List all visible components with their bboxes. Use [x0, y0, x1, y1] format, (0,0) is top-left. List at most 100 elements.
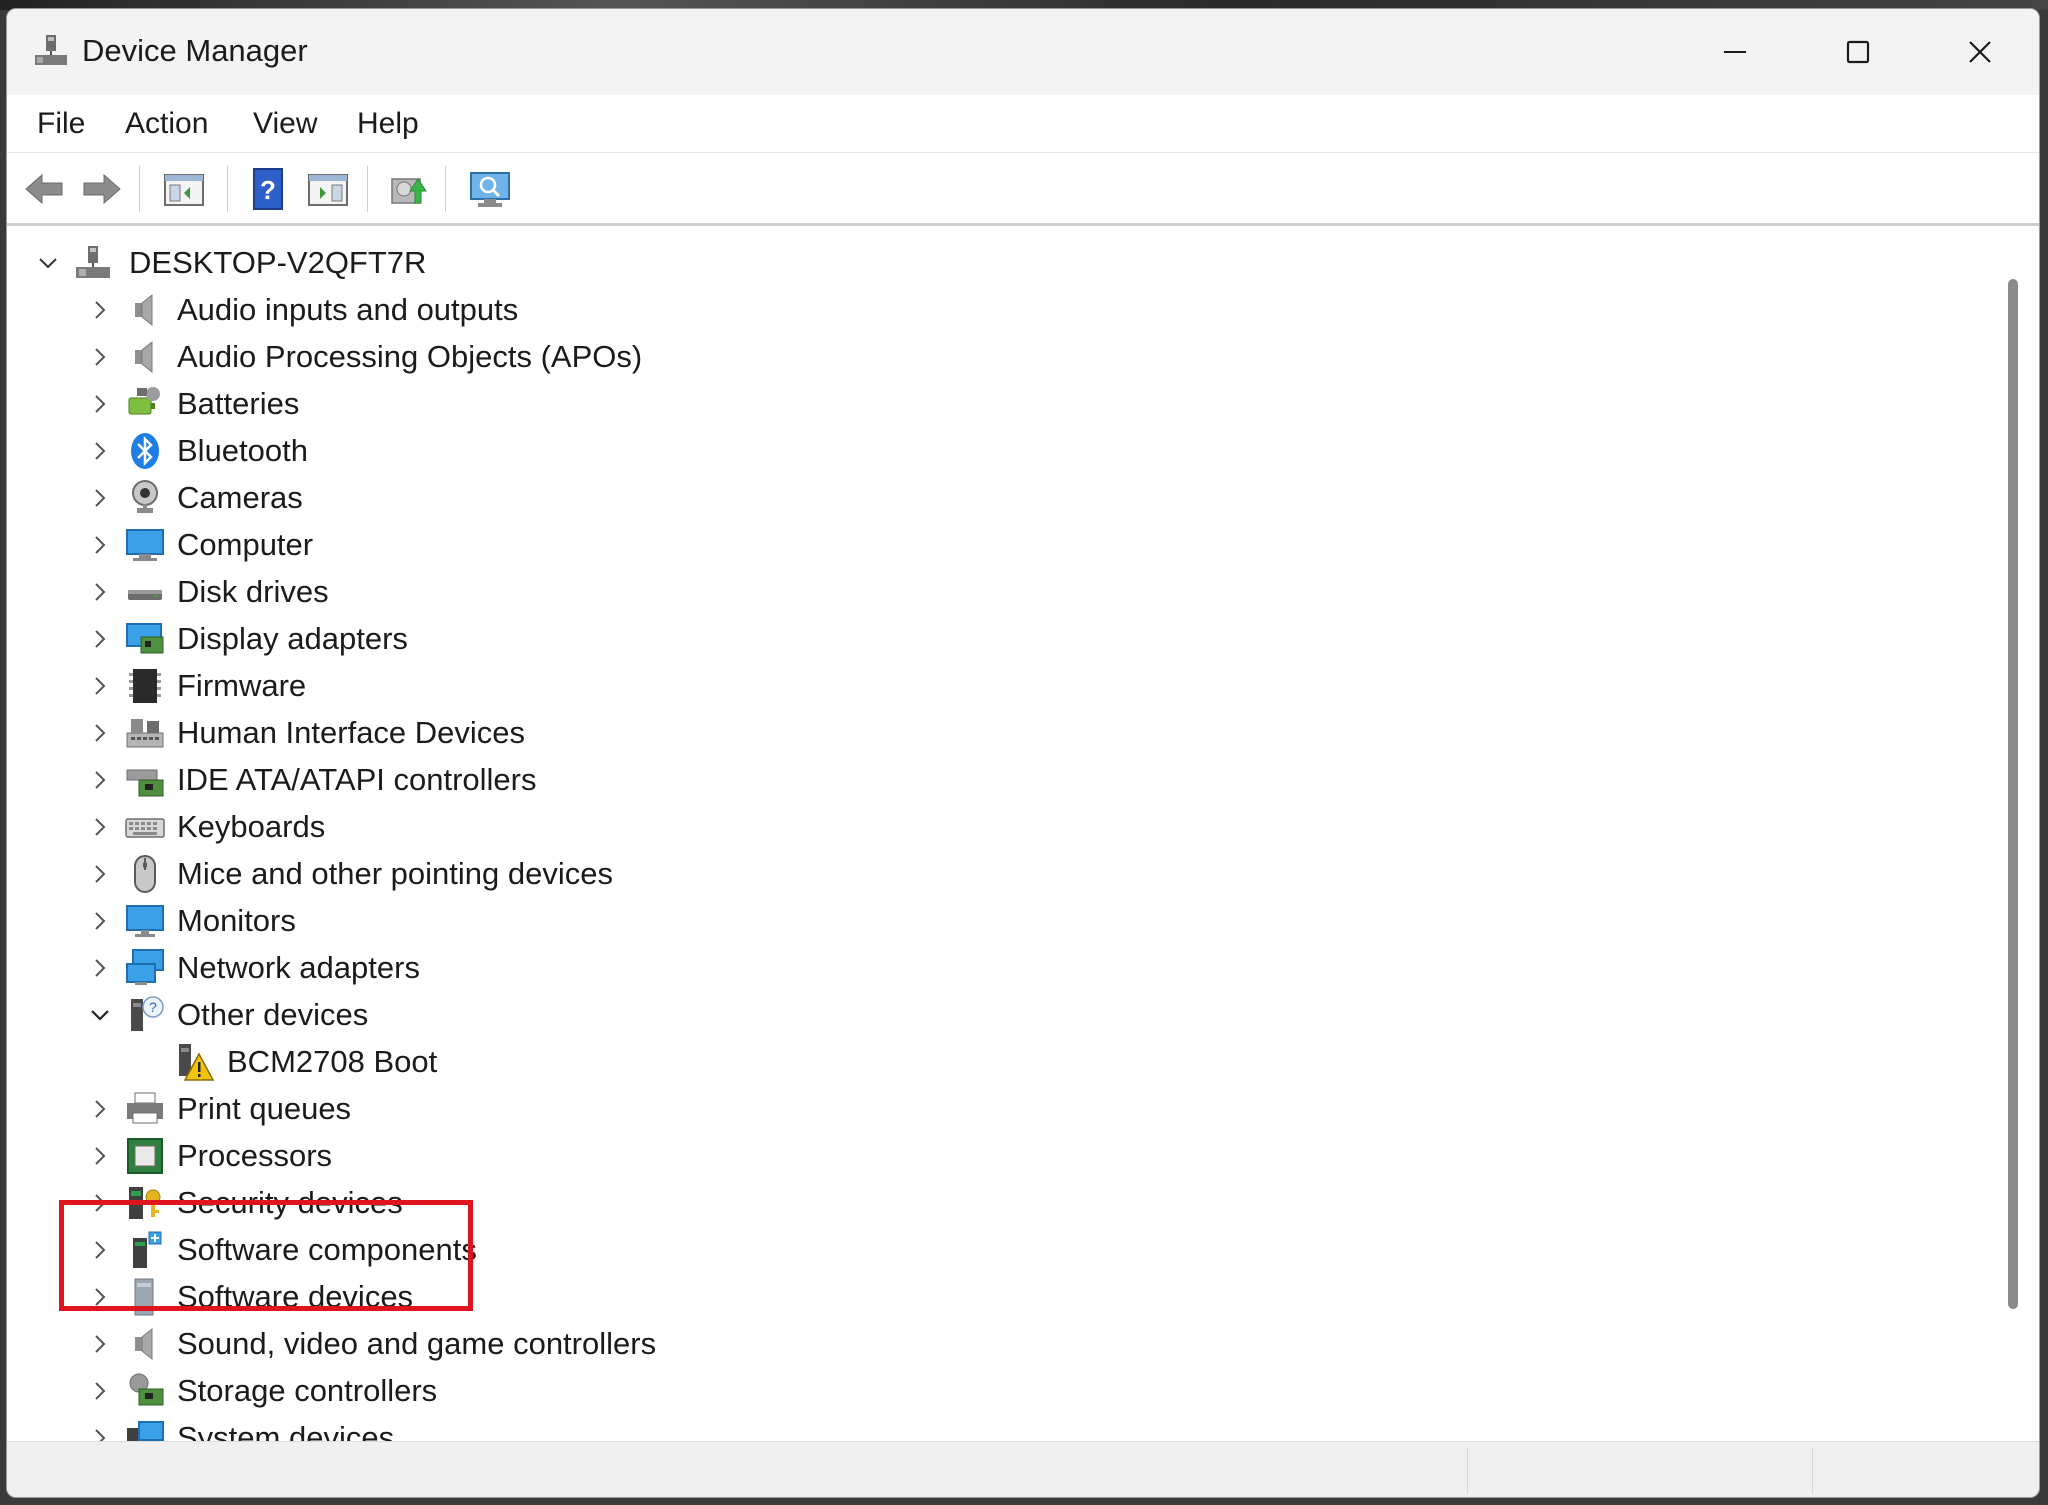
chevron-right-icon[interactable]	[85, 577, 115, 607]
device-tree[interactable]: DESKTOP-V2QFT7R Audio inputs and outputs…	[15, 229, 1995, 1441]
tree-category-human-interface-devices[interactable]: Human Interface Devices	[85, 709, 525, 756]
tree-category-system-devices[interactable]: System devices	[85, 1414, 394, 1441]
display-adapter-icon	[123, 617, 167, 661]
show-hide-console-tree-icon	[164, 174, 204, 206]
tree-category-bluetooth[interactable]: Bluetooth	[85, 427, 308, 474]
chevron-right-icon[interactable]	[85, 1094, 115, 1124]
minimize-button[interactable]	[1674, 9, 1796, 95]
tree-category-label: Other devices	[177, 996, 369, 1032]
tree-category-network-adapters[interactable]: Network adapters	[85, 944, 420, 991]
computer-root-icon	[71, 241, 115, 285]
unknown-device-icon: ?	[123, 993, 167, 1037]
chevron-right-icon[interactable]	[85, 1329, 115, 1359]
maximize-button[interactable]	[1797, 9, 1919, 95]
tree-category-batteries[interactable]: Batteries	[85, 380, 299, 427]
bluetooth-icon	[123, 429, 167, 473]
tree-category-monitors[interactable]: Monitors	[85, 897, 296, 944]
tree-category-audio-inputs-and-outputs[interactable]: Audio inputs and outputs	[85, 286, 518, 333]
chevron-right-icon[interactable]	[85, 1141, 115, 1171]
tree-category-mice-and-other-pointing-devices[interactable]: Mice and other pointing devices	[85, 850, 613, 897]
tree-device-bcm2708-boot[interactable]: BCM2708 Boot	[165, 1038, 437, 1085]
window-title: Device Manager	[82, 33, 308, 68]
toolbar-separator	[367, 166, 368, 212]
menu-action[interactable]: Action	[121, 107, 212, 141]
chevron-right-icon[interactable]	[85, 483, 115, 513]
tree-category-audio-processing-objects-apos[interactable]: Audio Processing Objects (APOs)	[85, 333, 642, 380]
tree-category-label: Cameras	[177, 479, 303, 515]
chevron-right-icon[interactable]	[85, 436, 115, 466]
chevron-right-icon[interactable]	[85, 389, 115, 419]
status-bar	[7, 1441, 2039, 1497]
tree-category-label: Batteries	[177, 385, 300, 421]
chevron-right-icon[interactable]	[85, 953, 115, 983]
chevron-right-icon[interactable]	[85, 342, 115, 372]
close-icon	[1969, 41, 1991, 63]
chevron-right-icon[interactable]	[85, 671, 115, 701]
chevron-right-icon[interactable]	[85, 624, 115, 654]
tree-category-cameras[interactable]: Cameras	[85, 474, 303, 521]
update-driver-button[interactable]	[383, 164, 433, 214]
camera-icon	[123, 476, 167, 520]
status-bar-separator	[1812, 1448, 1813, 1494]
tree-category-ide-ata-atapi-controllers[interactable]: IDE ATA/ATAPI controllers	[85, 756, 536, 803]
properties-pane-button[interactable]	[303, 164, 353, 214]
tree-category-label: IDE ATA/ATAPI controllers	[177, 761, 537, 797]
tree-category-label: Display adapters	[177, 620, 408, 656]
tree-category-computer[interactable]: Computer	[85, 521, 313, 568]
maximize-icon	[1846, 40, 1870, 64]
tree-root-label: DESKTOP-V2QFT7R	[129, 244, 427, 280]
tree-device-label: BCM2708 Boot	[227, 1043, 438, 1079]
close-button[interactable]	[1919, 9, 2039, 95]
forward-button[interactable]	[77, 164, 127, 214]
tree-category-label: Firmware	[177, 667, 307, 703]
tree-category-processors[interactable]: Processors	[85, 1132, 332, 1179]
menu-help[interactable]: Help	[353, 107, 423, 141]
tree-category-print-queues[interactable]: Print queues	[85, 1085, 351, 1132]
chevron-right-icon[interactable]	[85, 295, 115, 325]
speaker-icon	[123, 288, 167, 332]
tree-category-label: System devices	[177, 1419, 395, 1442]
highlight-annotation-box	[59, 1200, 473, 1311]
minimize-icon	[1724, 51, 1746, 53]
chevron-down-icon[interactable]	[85, 1000, 115, 1030]
title-bar[interactable]: Device Manager	[7, 9, 2039, 95]
tree-category-label: Computer	[177, 526, 314, 562]
tree-category-label: Storage controllers	[177, 1372, 438, 1408]
tree-category-firmware[interactable]: Firmware	[85, 662, 306, 709]
device-manager-window: Device Manager File Action View Help ? D…	[6, 8, 2040, 1498]
tree-category-label: Audio Processing Objects (APOs)	[177, 338, 643, 374]
tree-category-storage-controllers[interactable]: Storage controllers	[85, 1367, 437, 1414]
chevron-right-icon[interactable]	[85, 906, 115, 936]
battery-icon	[123, 382, 167, 426]
disk-drive-icon	[123, 570, 167, 614]
chevron-right-icon[interactable]	[85, 1423, 115, 1441]
tree-category-display-adapters[interactable]: Display adapters	[85, 615, 408, 662]
menu-file[interactable]: File	[33, 107, 89, 141]
help-button[interactable]: ?	[243, 164, 293, 214]
chevron-right-icon[interactable]	[85, 1376, 115, 1406]
toolbar-separator	[227, 166, 228, 212]
show-hide-console-tree-button[interactable]	[159, 164, 209, 214]
scan-hardware-button[interactable]	[465, 164, 515, 214]
chevron-right-icon[interactable]	[85, 859, 115, 889]
back-button[interactable]	[19, 164, 69, 214]
warning-device-icon	[173, 1040, 217, 1084]
tree-category-disk-drives[interactable]: Disk drives	[85, 568, 329, 615]
chevron-down-icon[interactable]	[33, 248, 63, 278]
back-arrow-icon	[25, 173, 63, 205]
menu-view[interactable]: View	[249, 107, 321, 141]
toolbar: ?	[7, 154, 2039, 226]
scrollbar-thumb[interactable]	[2008, 279, 2018, 1309]
processor-icon	[123, 1134, 167, 1178]
chevron-right-icon[interactable]	[85, 765, 115, 795]
update-driver-icon	[391, 178, 427, 204]
chevron-right-icon[interactable]	[85, 718, 115, 748]
tree-category-label: Sound, video and game controllers	[177, 1325, 657, 1361]
chevron-right-icon[interactable]	[85, 812, 115, 842]
chevron-right-icon[interactable]	[85, 530, 115, 560]
tree-category-other-devices[interactable]: ? Other devices	[85, 991, 368, 1038]
tree-category-keyboards[interactable]: Keyboards	[85, 803, 325, 850]
tree-root[interactable]: DESKTOP-V2QFT7R	[33, 239, 426, 286]
toolbar-separator	[445, 166, 446, 212]
tree-category-sound-video-and-game-controllers[interactable]: Sound, video and game controllers	[85, 1320, 656, 1367]
